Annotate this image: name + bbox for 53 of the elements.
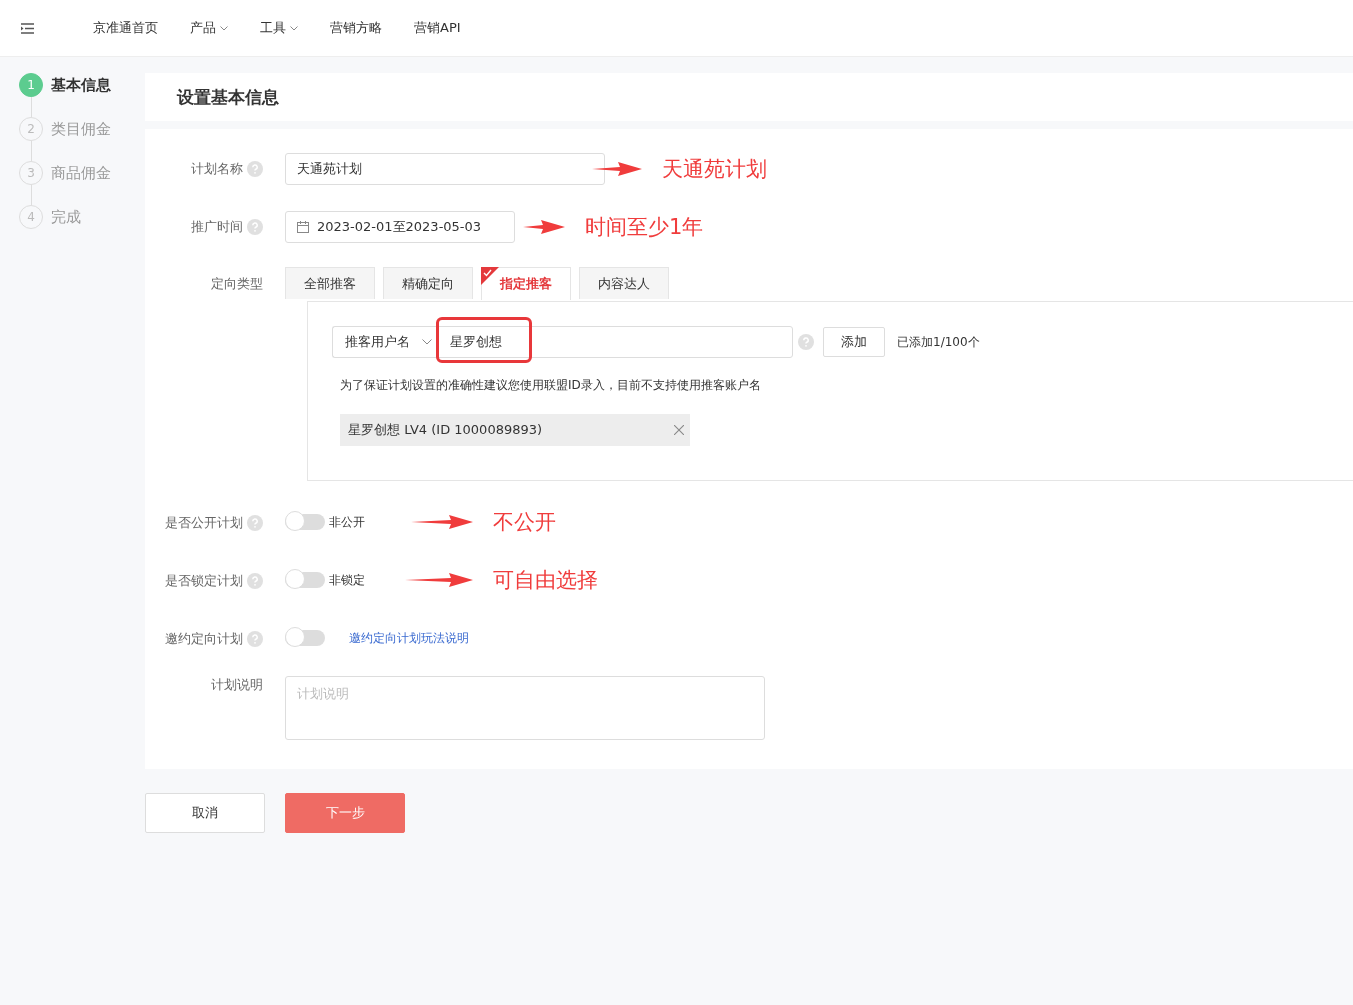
annotation-text: 不公开 [493, 509, 556, 536]
caret-icon [290, 25, 298, 31]
check-corner-icon [481, 267, 499, 285]
annotation-text: 时间至少1年 [585, 214, 704, 241]
step-number: 1 [19, 73, 43, 97]
tab[interactable]: 指定推客 [481, 267, 571, 300]
field-label: 推广时间 [191, 218, 243, 236]
menu-icon[interactable] [21, 22, 34, 34]
help-icon[interactable] [247, 161, 263, 177]
toggle-switch[interactable] [285, 572, 325, 588]
caret-icon [220, 25, 228, 31]
field-label: 定向类型 [211, 275, 263, 293]
help-icon[interactable] [247, 631, 263, 647]
tag-text: 星罗创想 LV4 (ID 1000089893) [348, 421, 543, 439]
add-button[interactable]: 添加 [823, 327, 885, 357]
toggle-switch[interactable] [285, 514, 325, 530]
username-field[interactable]: 星罗创想 [438, 326, 793, 358]
cancel-button[interactable]: 取消 [145, 793, 265, 833]
help-icon[interactable] [247, 573, 263, 589]
field-label: 计划说明 [211, 676, 263, 694]
tab[interactable]: 全部推客 [285, 267, 375, 299]
caret-icon [422, 339, 432, 345]
toggle-label: 非锁定 [329, 571, 365, 589]
nav-link[interactable]: 京准通首页 [93, 19, 158, 37]
nav-link[interactable]: 产品 [190, 19, 228, 37]
step-label[interactable]: 基本信息 [51, 73, 111, 117]
tab[interactable]: 精确定向 [383, 267, 473, 299]
annotation-text: 可自由选择 [493, 567, 598, 594]
field-label: 计划名称 [191, 160, 243, 178]
plan-name-field[interactable]: 天通苑计划 [285, 153, 605, 185]
page-title: 设置基本信息 [177, 85, 279, 109]
help-icon[interactable] [247, 515, 263, 531]
help-link[interactable]: 邀约定向计划玩法说明 [349, 629, 469, 647]
toggle-label: 非公开 [329, 513, 365, 531]
close-icon[interactable] [674, 425, 684, 435]
tab[interactable]: 内容达人 [579, 267, 669, 299]
added-count: 已添加1/100个 [897, 333, 980, 351]
toggle-switch[interactable] [285, 630, 325, 646]
type-dropdown[interactable]: 推客用户名 [332, 326, 438, 358]
help-icon[interactable] [247, 219, 263, 235]
nav-link[interactable]: 营销方略 [330, 19, 382, 37]
date-range-value: 2023-02-01至2023-05-03 [317, 218, 482, 236]
field-label: 是否锁定计划 [165, 572, 243, 590]
field-label: 是否公开计划 [165, 514, 243, 532]
help-icon[interactable] [798, 334, 814, 350]
annotation-text: 天通苑计划 [662, 156, 767, 183]
calendar-icon [297, 221, 309, 233]
description-field[interactable]: 计划说明 [285, 676, 765, 740]
nav-link[interactable]: 工具 [260, 19, 298, 37]
field-label: 邀约定向计划 [165, 630, 243, 648]
hint-text: 为了保证计划设置的准确性建议您使用联盟ID录入，目前不支持使用推客账户名 [340, 377, 762, 394]
date-range-field[interactable]: 2023-02-01至2023-05-03 [285, 211, 515, 243]
nav-link[interactable]: 营销API [414, 19, 461, 37]
